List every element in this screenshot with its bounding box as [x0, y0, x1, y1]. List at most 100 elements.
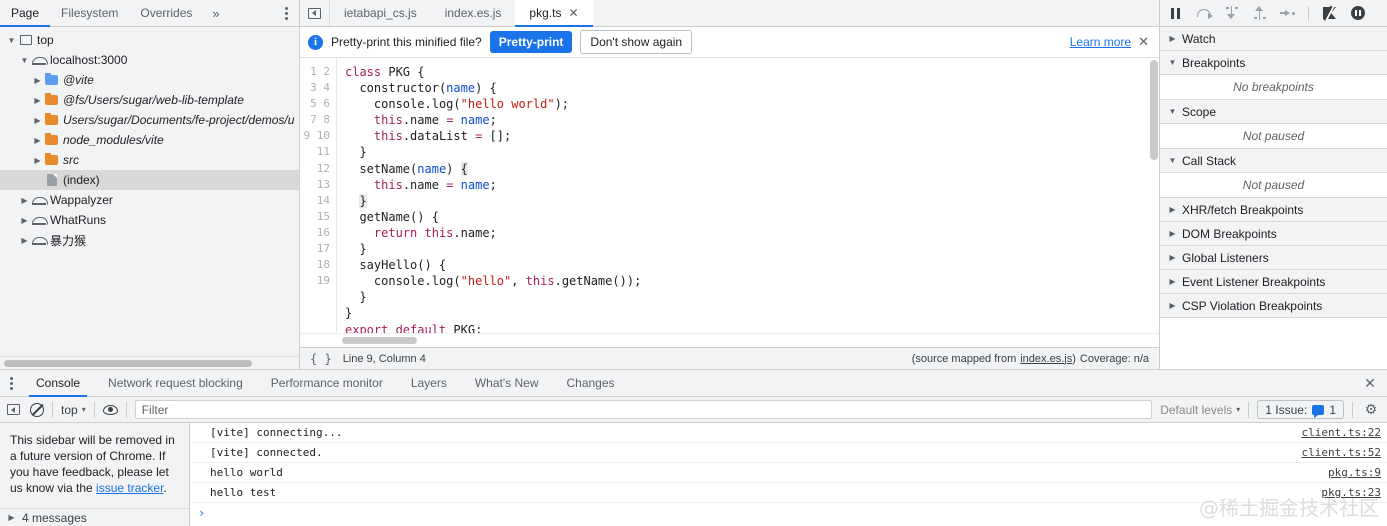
- twisty-icon[interactable]: [32, 116, 43, 125]
- nav-tab-page[interactable]: Page: [0, 0, 51, 27]
- code-viewer[interactable]: 1 2 3 4 5 6 7 8 9 10 11 12 13 14 15 16 1…: [300, 58, 1159, 333]
- debugger-section-csp-violation-breakpoints[interactable]: CSP Violation Breakpoints: [1160, 294, 1387, 318]
- debugger-section-call-stack[interactable]: Call Stack: [1160, 149, 1387, 173]
- clear-console-icon[interactable]: [29, 402, 44, 417]
- twisty-icon[interactable]: [1167, 253, 1178, 262]
- debugger-section-breakpoints[interactable]: Breakpoints: [1160, 51, 1387, 75]
- close-tab-icon[interactable]: ✕: [568, 6, 578, 20]
- tree-item-violentmonkey[interactable]: 暴力猴: [0, 230, 299, 250]
- console-message[interactable]: [vite] connected. client.ts:52: [190, 443, 1387, 463]
- editor-tab-ietabapi[interactable]: ietabapi_cs.js: [330, 0, 431, 26]
- tree-item-fe-project-demos[interactable]: Users/sugar/Documents/fe-project/demos/u: [0, 110, 299, 130]
- debugger-section-event-listener-breakpoints[interactable]: Event Listener Breakpoints: [1160, 270, 1387, 294]
- twisty-icon[interactable]: [19, 196, 30, 205]
- navigator-menu-icon[interactable]: [273, 0, 299, 26]
- drawer-menu-icon[interactable]: [0, 370, 22, 396]
- twisty-icon[interactable]: [32, 136, 43, 145]
- code-horizontal-scrollbar[interactable]: [300, 333, 1159, 347]
- console-prompt[interactable]: ›: [190, 503, 1387, 523]
- section-label: Global Listeners: [1182, 250, 1269, 265]
- tree-item-vite[interactable]: @vite: [0, 70, 299, 90]
- show-navigator-icon[interactable]: [300, 0, 330, 26]
- close-drawer-icon[interactable]: ✕: [1353, 370, 1387, 396]
- code-vertical-scrollbar[interactable]: [1150, 60, 1158, 160]
- twisty-icon[interactable]: [1167, 58, 1178, 67]
- console-message[interactable]: hello test pkg.ts:23: [190, 483, 1387, 503]
- navigator-tabbar: Page Filesystem Overrides »: [0, 0, 299, 27]
- log-levels-selector[interactable]: Default levels ▾: [1160, 403, 1240, 417]
- step-icon[interactable]: [1280, 6, 1295, 21]
- scrollbar-thumb[interactable]: [342, 337, 417, 344]
- message-source-link[interactable]: pkg.ts:23: [1321, 486, 1381, 499]
- console-message[interactable]: [vite] connecting... client.ts:22: [190, 423, 1387, 443]
- pretty-print-toggle-icon[interactable]: { }: [310, 352, 332, 366]
- tree-item-index[interactable]: (index): [0, 170, 299, 190]
- twisty-icon[interactable]: [19, 56, 30, 65]
- twisty-icon[interactable]: [6, 513, 17, 522]
- issue-tracker-link[interactable]: issue tracker: [96, 481, 163, 495]
- tree-item-fs-web-lib-template[interactable]: @fs/Users/sugar/web-lib-template: [0, 90, 299, 110]
- deactivate-breakpoints-icon[interactable]: [1322, 5, 1337, 21]
- message-source-link[interactable]: client.ts:52: [1302, 446, 1381, 459]
- tree-item-src[interactable]: src: [0, 150, 299, 170]
- twisty-icon[interactable]: [32, 96, 43, 105]
- twisty-icon[interactable]: [19, 216, 30, 225]
- tab-network-request-blocking[interactable]: Network request blocking: [94, 370, 257, 396]
- debugger-section-dom-breakpoints[interactable]: DOM Breakpoints: [1160, 222, 1387, 246]
- step-over-icon[interactable]: [1196, 6, 1213, 21]
- editor-tab-index-es[interactable]: index.es.js: [431, 0, 516, 26]
- issues-button[interactable]: 1 Issue: 1: [1257, 400, 1344, 419]
- tab-performance-monitor[interactable]: Performance monitor: [257, 370, 397, 396]
- pause-script-icon[interactable]: [1168, 6, 1183, 21]
- gear-icon[interactable]: ⚙: [1361, 401, 1381, 418]
- scrollbar-thumb[interactable]: [4, 359, 252, 367]
- twisty-icon[interactable]: [1167, 277, 1178, 286]
- twisty-icon[interactable]: [1167, 301, 1178, 310]
- console-message[interactable]: hello world pkg.ts:9: [190, 463, 1387, 483]
- nav-tab-overrides[interactable]: Overrides: [129, 0, 203, 26]
- message-source-link[interactable]: client.ts:22: [1302, 426, 1381, 439]
- close-infobar-icon[interactable]: ✕: [1138, 34, 1149, 50]
- learn-more-link[interactable]: Learn more: [1070, 35, 1131, 49]
- nav-more-tabs-icon[interactable]: »: [203, 0, 228, 26]
- editor-tab-pkg-ts[interactable]: pkg.ts ✕: [515, 0, 593, 27]
- pretty-print-button[interactable]: Pretty-print: [489, 31, 573, 53]
- step-into-icon[interactable]: [1224, 6, 1239, 21]
- twisty-icon[interactable]: [1167, 229, 1178, 238]
- tree-item-localhost[interactable]: localhost:3000: [0, 50, 299, 70]
- step-out-icon[interactable]: [1252, 6, 1267, 21]
- twisty-icon[interactable]: [6, 36, 17, 45]
- twisty-icon[interactable]: [1167, 205, 1178, 214]
- navigator-horizontal-scrollbar[interactable]: [0, 356, 299, 369]
- pause-on-exceptions-icon[interactable]: [1350, 6, 1365, 21]
- tree-item-whatruns[interactable]: WhatRuns: [0, 210, 299, 230]
- toggle-console-sidebar-icon[interactable]: [6, 402, 21, 417]
- tab-changes[interactable]: Changes: [552, 370, 628, 396]
- nav-tab-label: Filesystem: [61, 6, 119, 20]
- twisty-icon[interactable]: [32, 156, 43, 165]
- live-expression-icon[interactable]: [102, 402, 118, 417]
- twisty-icon[interactable]: [1167, 156, 1178, 165]
- debugger-section-xhr-breakpoints[interactable]: XHR/fetch Breakpoints: [1160, 198, 1387, 222]
- twisty-icon[interactable]: [1167, 34, 1178, 43]
- tab-whats-new[interactable]: What's New: [461, 370, 553, 396]
- tree-item-node-modules-vite[interactable]: node_modules/vite: [0, 130, 299, 150]
- debugger-section-global-listeners[interactable]: Global Listeners: [1160, 246, 1387, 270]
- tree-item-top[interactable]: top: [0, 30, 299, 50]
- source-code[interactable]: class PKG { constructor(name) { console.…: [337, 58, 1159, 333]
- twisty-icon[interactable]: [32, 76, 43, 85]
- tree-item-wappalyzer[interactable]: Wappalyzer: [0, 190, 299, 210]
- console-sidebar-messages-item[interactable]: 4 messages: [0, 508, 189, 526]
- execution-context-selector[interactable]: top ▾: [61, 403, 86, 417]
- debugger-section-watch[interactable]: Watch: [1160, 27, 1387, 51]
- message-source-link[interactable]: pkg.ts:9: [1328, 466, 1381, 479]
- source-mapped-link[interactable]: index.es.js: [1020, 353, 1072, 365]
- tab-layers[interactable]: Layers: [397, 370, 461, 396]
- tab-console[interactable]: Console: [22, 370, 94, 397]
- debugger-section-scope[interactable]: Scope: [1160, 100, 1387, 124]
- console-filter-input[interactable]: Filter: [134, 400, 1153, 419]
- nav-tab-filesystem[interactable]: Filesystem: [50, 0, 129, 26]
- twisty-icon[interactable]: [1167, 107, 1178, 116]
- twisty-icon[interactable]: [19, 236, 30, 245]
- dont-show-again-button[interactable]: Don't show again: [580, 30, 693, 54]
